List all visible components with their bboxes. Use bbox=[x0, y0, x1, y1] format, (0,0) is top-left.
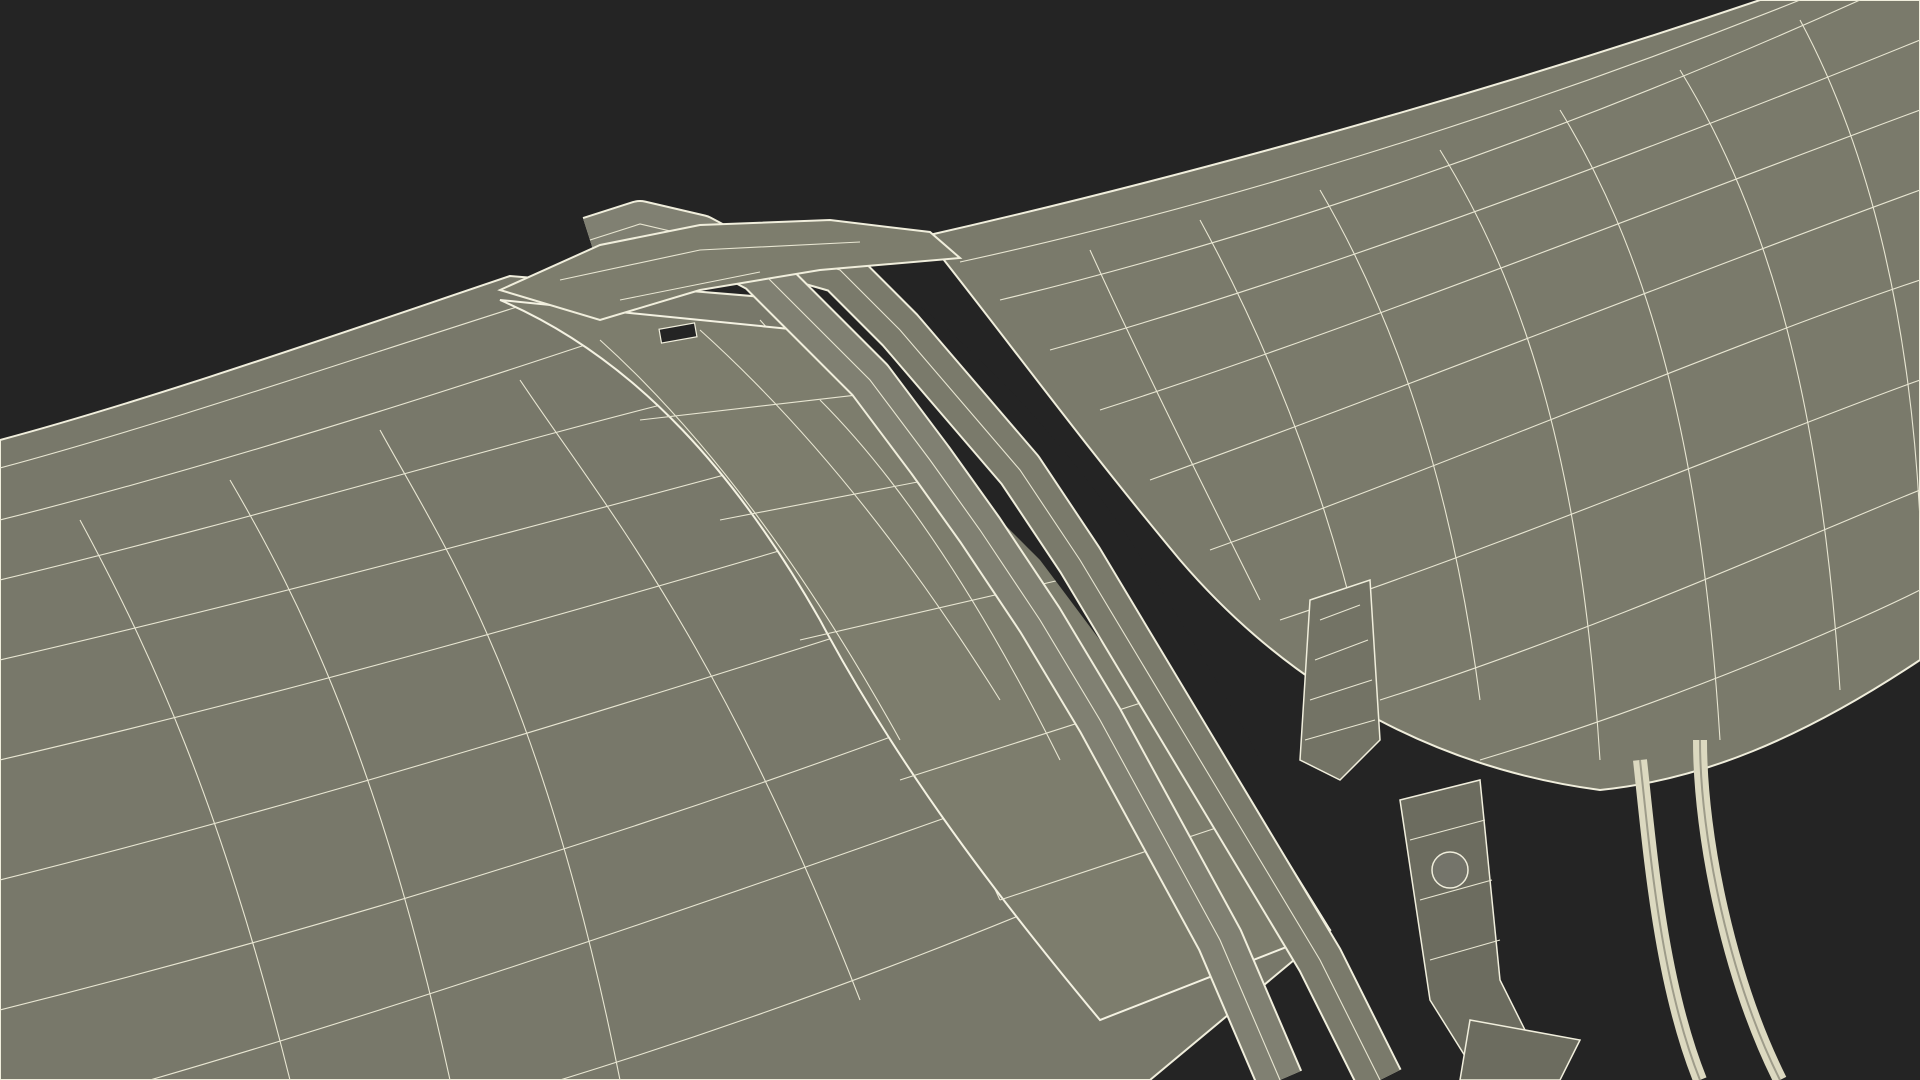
wireframe-viewport bbox=[0, 0, 1920, 1080]
